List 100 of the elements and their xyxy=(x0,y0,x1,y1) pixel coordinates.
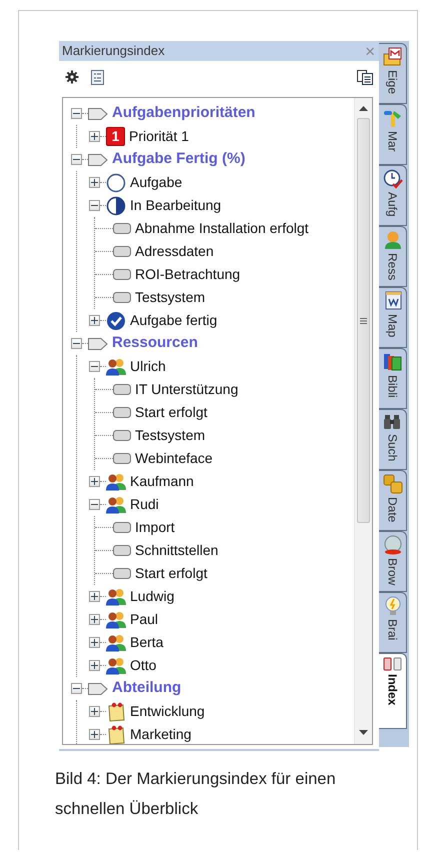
collapse-icon[interactable] xyxy=(71,154,82,165)
category-label[interactable]: Aufgabenprioritäten xyxy=(112,102,256,125)
scroll-thumb[interactable] xyxy=(357,118,370,523)
person-icon xyxy=(382,230,402,250)
tree-item[interactable]: Otto xyxy=(130,655,156,676)
tree-item[interactable]: Testsystem xyxy=(135,287,206,308)
expand-icon[interactable] xyxy=(89,637,100,648)
tree-item[interactable]: Start erfolgt xyxy=(135,402,208,423)
side-tab[interactable]: Brow xyxy=(379,531,407,592)
empty-circle-icon xyxy=(106,172,126,192)
settings-icon[interactable] xyxy=(65,70,79,84)
cubes-icon xyxy=(382,474,402,494)
side-tab[interactable]: Ress xyxy=(379,226,407,287)
collapse-icon[interactable] xyxy=(89,361,100,372)
collapse-icon[interactable] xyxy=(89,499,100,510)
tree-item[interactable]: Kaufmann xyxy=(130,471,194,492)
document-icon xyxy=(382,291,402,311)
tree-item[interactable]: In Bearbeitung xyxy=(130,195,222,216)
tag-icon xyxy=(113,522,131,533)
side-tab[interactable]: Mar xyxy=(379,104,407,165)
tag-icon xyxy=(113,384,131,395)
figure-caption: Bild 4: Der Markierungsindex für einen schnellen Überblick xyxy=(55,769,337,820)
expand-icon[interactable] xyxy=(89,660,100,671)
tree-item[interactable]: Adressdaten xyxy=(135,241,214,262)
label-tag-icon xyxy=(88,154,108,166)
tree-item[interactable]: IT Unterstützung xyxy=(135,379,238,400)
tags-icon xyxy=(382,657,402,671)
scroll-down-icon[interactable] xyxy=(359,730,368,736)
collapse-icon[interactable] xyxy=(89,200,100,211)
side-tab[interactable]: Such xyxy=(379,409,407,470)
tag-icon xyxy=(113,269,131,280)
light-bulb-icon xyxy=(382,596,402,616)
tag-icon xyxy=(113,453,131,464)
tree-item[interactable]: Priorität 1 xyxy=(129,126,189,147)
clock-check-icon xyxy=(382,169,402,189)
side-tab[interactable]: Index xyxy=(379,653,407,729)
tree-item[interactable]: Aufgabe fertig xyxy=(130,310,218,331)
expand-icon[interactable] xyxy=(89,591,100,602)
note-icon xyxy=(106,702,126,722)
label-tag-icon xyxy=(88,108,108,120)
tree-item[interactable]: Ulrich xyxy=(130,356,166,377)
people-icon xyxy=(106,358,126,376)
scrollbar[interactable] xyxy=(354,98,372,744)
category-label[interactable]: Aufgabe Fertig (%) xyxy=(112,148,246,171)
category-label[interactable]: Abteilung xyxy=(112,677,182,700)
tree-item[interactable]: Abnahme Installation erfolgt xyxy=(135,218,309,239)
collapse-icon[interactable] xyxy=(71,108,82,119)
expand-icon[interactable] xyxy=(89,729,100,740)
tree-item[interactable]: Testsystem xyxy=(135,425,206,446)
tree-item[interactable]: Rudi xyxy=(130,494,159,515)
tag-icon xyxy=(113,568,131,579)
tree-item[interactable]: Marketing xyxy=(130,724,192,744)
expand-icon[interactable] xyxy=(89,177,100,188)
tag-icon xyxy=(113,246,131,257)
expand-icon[interactable] xyxy=(89,614,100,625)
people-icon xyxy=(106,610,126,628)
document-list-icon[interactable] xyxy=(91,70,104,84)
tree-item[interactable]: Schnittstellen xyxy=(135,540,218,561)
tag-icon xyxy=(113,430,131,441)
category-label[interactable]: Ressourcen xyxy=(112,332,198,355)
side-tab[interactable]: Eige xyxy=(379,43,407,104)
expand-icon[interactable] xyxy=(89,131,100,142)
tree-item[interactable]: Import xyxy=(135,517,175,538)
collapse-icon[interactable] xyxy=(71,338,82,349)
half-circle-icon xyxy=(106,196,126,216)
expand-icon[interactable] xyxy=(89,476,100,487)
tree-item[interactable]: Start erfolgt xyxy=(135,563,208,584)
tree-item[interactable]: Paul xyxy=(130,609,158,630)
tree-item[interactable]: Ludwig xyxy=(130,586,174,607)
tree-item[interactable]: ROI-Betrachtung xyxy=(135,264,240,285)
grip-icon xyxy=(360,318,367,324)
tag-icon xyxy=(113,545,131,556)
binoculars-icon xyxy=(382,413,402,431)
label-tag-icon xyxy=(88,682,108,694)
tree-item[interactable]: Webinteface xyxy=(135,448,213,469)
expand-icon[interactable] xyxy=(89,315,100,326)
side-tab[interactable]: Date xyxy=(379,470,407,531)
tag-icon xyxy=(113,292,131,303)
side-tab[interactable]: Brai xyxy=(379,592,407,653)
copy-icon[interactable] xyxy=(357,70,373,84)
tree-item[interactable]: Entwicklung xyxy=(130,701,205,722)
label-tag-icon xyxy=(88,338,108,350)
tree-item[interactable]: Aufgabe xyxy=(130,172,182,193)
collapse-icon[interactable] xyxy=(71,683,82,694)
people-icon xyxy=(106,634,126,652)
expand-icon[interactable] xyxy=(89,706,100,717)
side-tab[interactable]: Map xyxy=(379,287,407,348)
markers-icon xyxy=(382,108,402,128)
panel-title: Markierungsindex xyxy=(62,42,165,60)
people-icon xyxy=(106,472,126,490)
tree-item[interactable]: Berta xyxy=(130,632,164,653)
people-icon xyxy=(106,588,126,606)
mail-icon xyxy=(382,47,402,67)
note-icon xyxy=(106,724,126,744)
checkmark-icon xyxy=(106,310,126,330)
scroll-up-icon[interactable] xyxy=(359,106,368,112)
side-tab[interactable]: Aufg xyxy=(379,165,407,226)
side-tab[interactable]: Bibli xyxy=(379,348,407,409)
books-icon xyxy=(382,352,402,372)
crystal-ball-icon xyxy=(382,535,402,555)
